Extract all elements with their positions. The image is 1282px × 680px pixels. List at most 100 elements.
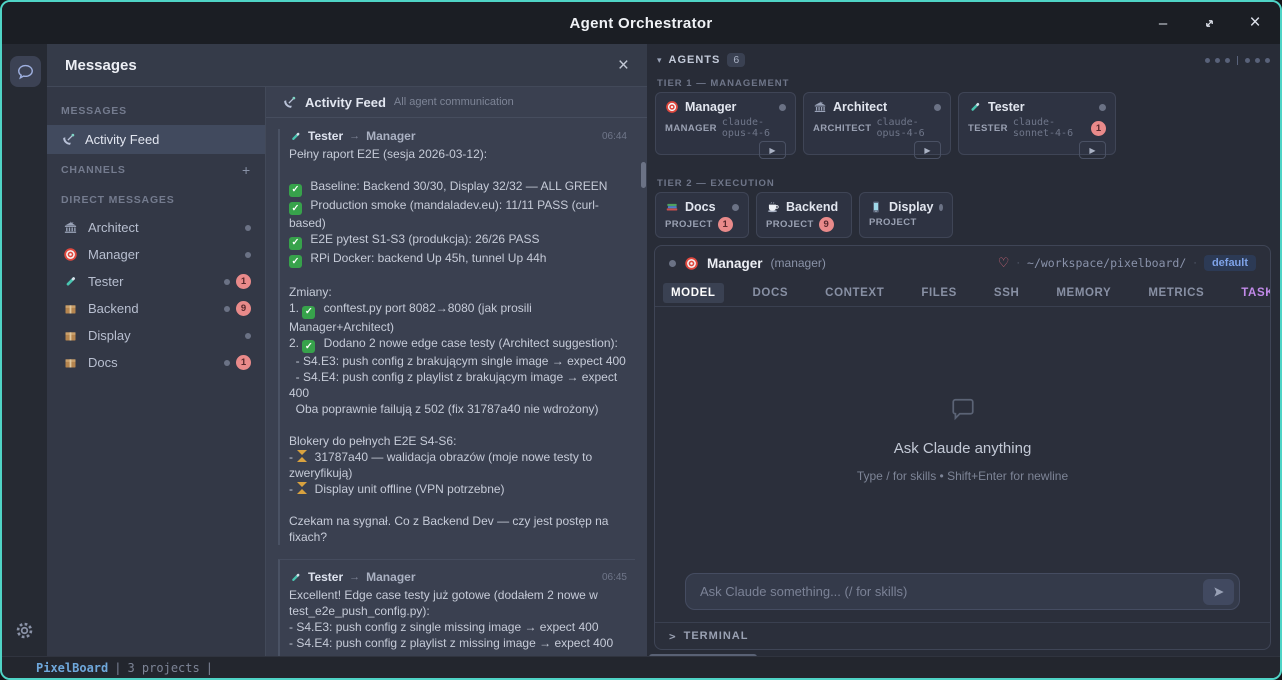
tab-memory[interactable]: MEMORY <box>1048 283 1119 303</box>
check-icon: ✓ <box>302 340 315 353</box>
tab-tasks[interactable]: TASKS <box>1233 283 1271 303</box>
sidebar-item-architect[interactable]: Architect <box>47 214 265 241</box>
test-tube-icon <box>289 571 302 584</box>
status-bar: PixelBoard | 3 projects | | Agent Orches… <box>2 656 1280 678</box>
tab-docs[interactable]: DOCS <box>745 283 797 303</box>
status-dot <box>245 225 251 231</box>
test-tube-icon <box>289 130 302 143</box>
heart-icon[interactable]: ♡ <box>998 255 1010 271</box>
agents-header: ▾ AGENTS 6 <box>657 50 1270 70</box>
coffee-icon <box>766 200 780 214</box>
status-dot <box>245 252 251 258</box>
tier1-cards: Manager MANAGER claude-opus-4-6 ▶ <box>655 92 1116 155</box>
agents-count-badge: 6 <box>727 53 745 67</box>
agent-card-display[interactable]: Display PROJECT <box>859 192 953 238</box>
panel-dot-icon[interactable] <box>1255 58 1260 63</box>
panel-dot-icon[interactable] <box>1265 58 1270 63</box>
settings-button[interactable] <box>14 620 36 642</box>
status-dot <box>934 104 941 111</box>
status-dot <box>732 204 739 211</box>
panel-dot-icon[interactable] <box>1215 58 1220 63</box>
agent-card-tester[interactable]: Tester TESTER claude-sonnet-4-6 1 ▶ <box>958 92 1116 155</box>
message-to: Manager <box>366 129 415 143</box>
sidebar-item-backend[interactable]: Backend 9 <box>47 295 265 322</box>
messages-sidebar: MESSAGES Activity Feed CHANNELS + <box>47 87 266 656</box>
sidebar-item-activity-feed[interactable]: Activity Feed <box>47 125 265 154</box>
messages-section-label: MESSAGES <box>47 97 265 125</box>
status-dot <box>669 260 676 267</box>
sidebar-item-manager[interactable]: Manager <box>47 241 265 268</box>
agents-region: ▾ AGENTS 6 TIER 1 — MANAGEMENT <box>647 44 1280 656</box>
ask-claude-input[interactable]: Ask Claude something... (/ for skills) <box>685 573 1240 610</box>
sidebar-item-tester[interactable]: Tester 1 <box>47 268 265 295</box>
sidebar-item-docs[interactable]: Docs 1 <box>47 349 265 376</box>
feed-message: Tester → Manager 06:44 Pełny raport E2E … <box>278 129 635 545</box>
add-channel-button[interactable]: + <box>242 162 251 178</box>
agent-card-docs[interactable]: Docs PROJECT 1 <box>655 192 749 238</box>
branch-badge[interactable]: default <box>1204 255 1256 271</box>
send-button[interactable] <box>1203 579 1234 605</box>
agent-card-manager[interactable]: Manager MANAGER claude-opus-4-6 ▶ <box>655 92 796 155</box>
feed-scrollbar[interactable] <box>641 162 646 188</box>
channels-section-label: CHANNELS + <box>47 154 265 186</box>
ask-input-row: Ask Claude something... (/ for skills) <box>655 573 1270 622</box>
tab-model[interactable]: MODEL <box>663 283 724 303</box>
maximize-button[interactable] <box>1198 12 1220 34</box>
messages-rail-button[interactable] <box>10 56 41 87</box>
panel-controls[interactable] <box>1205 56 1270 65</box>
status-dot <box>245 333 251 339</box>
close-messages-button[interactable]: × <box>618 56 629 75</box>
status-dot <box>224 360 230 366</box>
satellite-icon <box>282 95 297 110</box>
feed-subtitle: All agent communication <box>394 96 514 108</box>
workspace-path: ~/workspace/pixelboard/ <box>1027 256 1186 270</box>
play-icon: ▶ <box>1089 146 1095 155</box>
dm-name: Tester <box>88 274 123 289</box>
collapse-caret-icon[interactable]: ▾ <box>657 55 662 66</box>
test-tube-icon <box>63 274 78 289</box>
agent-model: claude-opus-4-6 <box>877 117 942 139</box>
tier2-label: TIER 2 — EXECUTION <box>657 178 775 189</box>
unread-badge: 9 <box>819 217 834 232</box>
message-from: Tester <box>308 570 343 584</box>
message-from: Tester <box>308 129 343 143</box>
chevron-right-icon: > <box>669 630 676 643</box>
agent-role: PROJECT <box>766 219 814 230</box>
chat-bubble-icon <box>16 62 35 81</box>
messages-panel: Messages × MESSAGES Activity Feed <box>47 44 647 656</box>
minimize-button[interactable]: – <box>1152 12 1174 34</box>
agent-name: Architect <box>833 100 887 114</box>
dm-name: Manager <box>88 247 139 262</box>
tab-context[interactable]: CONTEXT <box>817 283 892 303</box>
agent-role: PROJECT <box>665 219 713 230</box>
check-icon: ✓ <box>289 202 302 215</box>
agent-card-architect[interactable]: Architect ARCHITECT claude-opus-4-6 ▶ <box>803 92 951 155</box>
sidebar-item-label: Activity Feed <box>85 132 159 147</box>
panel-dot-icon[interactable] <box>1225 58 1230 63</box>
run-agent-button[interactable]: ▶ <box>1079 141 1106 159</box>
unread-badge: 1 <box>236 274 251 289</box>
agent-card-backend[interactable]: Backend PROJECT 9 <box>756 192 852 238</box>
check-icon: ✓ <box>289 255 302 268</box>
maximize-icon <box>1203 17 1216 30</box>
sidebar-item-display[interactable]: Display <box>47 322 265 349</box>
agent-role: TESTER <box>968 123 1008 134</box>
package-icon <box>63 328 78 343</box>
panel-dot-icon[interactable] <box>1205 58 1210 63</box>
dm-name: Backend <box>88 301 139 316</box>
hourglass-icon <box>297 482 307 494</box>
feed-scroll-area[interactable]: Tester → Manager 06:44 Pełny raport E2E … <box>266 118 647 656</box>
play-icon: ▶ <box>769 146 775 155</box>
run-agent-button[interactable]: ▶ <box>914 141 941 159</box>
arrow-icon: → <box>349 571 360 583</box>
message-body: Excellent! Edge case testy już gotowe (d… <box>289 587 635 656</box>
dm-name: Docs <box>88 355 118 370</box>
run-agent-button[interactable]: ▶ <box>759 141 786 159</box>
panel-dot-icon[interactable] <box>1245 58 1250 63</box>
tab-ssh[interactable]: SSH <box>986 283 1027 303</box>
close-button[interactable]: × <box>1244 12 1266 34</box>
tab-files[interactable]: FILES <box>913 283 965 303</box>
terminal-toggle[interactable]: > TERMINAL <box>655 622 1270 649</box>
tab-metrics[interactable]: METRICS <box>1140 283 1212 303</box>
gear-icon <box>14 620 35 641</box>
